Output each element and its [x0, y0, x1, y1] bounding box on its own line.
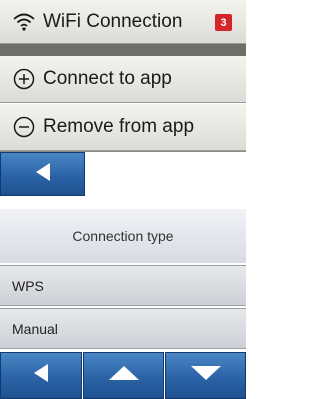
menu-item-label: WiFi Connection — [43, 10, 183, 32]
bottom-nav-bar — [0, 352, 246, 399]
option-manual[interactable]: Manual — [0, 308, 246, 349]
plus-circle-icon — [13, 68, 35, 90]
scroll-down-button[interactable] — [165, 352, 246, 399]
menu-item-label: Remove from app — [43, 116, 195, 137]
menu-item-connect-to-app[interactable]: Connect to app — [0, 56, 246, 103]
minus-circle-icon — [13, 116, 35, 138]
wifi-icon — [13, 11, 35, 33]
divider — [0, 44, 246, 56]
menu-item-wifi-connection[interactable]: WiFi Connection 3 — [0, 0, 246, 44]
menu-item-label: Connect to app — [43, 68, 172, 89]
option-wps[interactable]: WPS — [0, 265, 246, 306]
arrow-up-icon — [107, 364, 141, 387]
thermostat-screen: WiFi Connection 3 Connect to app Remove … — [0, 0, 246, 399]
arrow-left-icon — [32, 363, 50, 388]
arrow-left-icon — [34, 162, 52, 187]
connection-type-header: Connection type — [0, 209, 246, 263]
arrow-down-icon — [189, 364, 223, 387]
back-button[interactable] — [0, 352, 82, 399]
back-button[interactable] — [0, 152, 85, 196]
menu-item-remove-from-app[interactable]: Remove from app — [0, 104, 246, 151]
scroll-up-button[interactable] — [83, 352, 164, 399]
notification-badge: 3 — [215, 14, 232, 31]
